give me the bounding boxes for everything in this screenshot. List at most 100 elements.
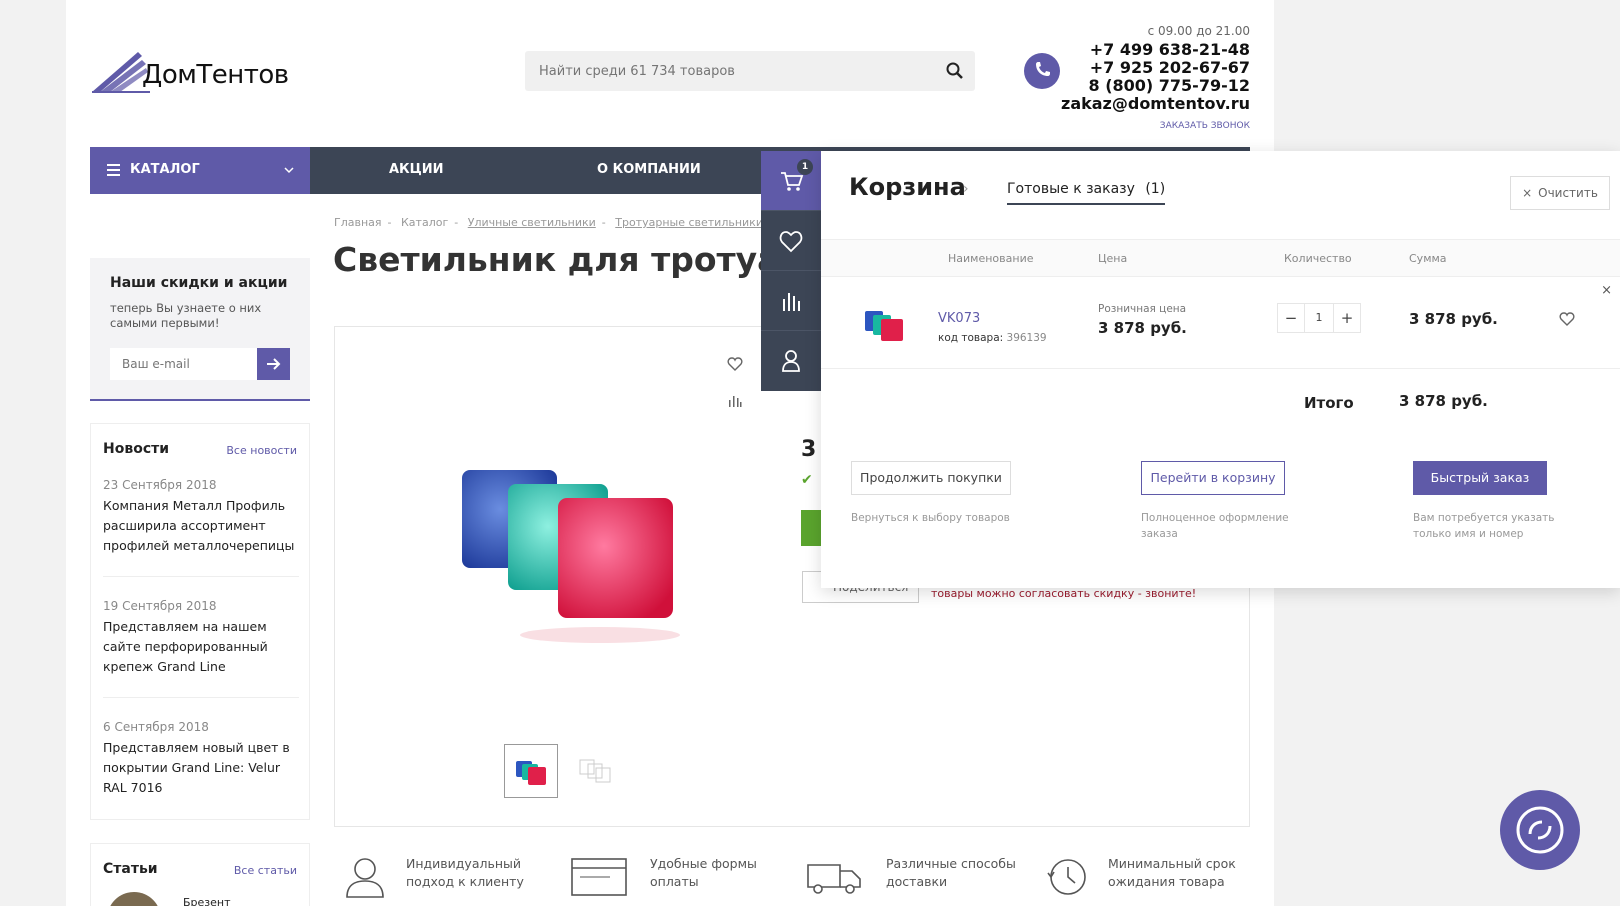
compare-icon[interactable]: [727, 392, 743, 408]
truck-icon: [802, 855, 861, 899]
cart-item-code: код товара: 396139: [938, 332, 1047, 344]
news-text[interactable]: Представляем новый цвет в покрытии Grand…: [103, 738, 299, 798]
menu-icon: [107, 164, 120, 176]
quick-order-hint: Вам потребуется указать только имя и ном…: [1413, 512, 1555, 540]
cart-table-header: Наименование Цена Количество Сумма: [821, 239, 1620, 277]
column-header-price: Цена: [1098, 252, 1128, 265]
breadcrumb-item[interactable]: Каталог: [401, 216, 448, 229]
breadcrumb-item[interactable]: Тротуарные светильники: [615, 216, 763, 229]
total-value: 3 878 руб.: [1399, 392, 1488, 410]
search-button[interactable]: [945, 61, 965, 81]
breadcrumb-separator: -: [454, 216, 459, 229]
logo-icon: [92, 52, 150, 93]
news-date: 19 Сентября 2018: [103, 599, 217, 613]
phone-button[interactable]: [1024, 53, 1060, 89]
decrease-button[interactable]: −: [1278, 304, 1304, 332]
subscribe-button[interactable]: [257, 348, 290, 380]
continue-shopping-button[interactable]: Продолжить покупки: [851, 461, 1011, 495]
gallery-thumbnail[interactable]: [504, 744, 558, 798]
breadcrumb-item[interactable]: Главная: [334, 216, 382, 229]
promo-title: Наши скидки и акции: [110, 275, 288, 291]
news-date: 23 Сентября 2018: [103, 478, 217, 492]
code-value: 396139: [1006, 332, 1047, 344]
gallery-thumbnail[interactable]: [568, 744, 622, 798]
cart-button[interactable]: 1: [761, 151, 821, 211]
clock-icon: [1044, 855, 1092, 899]
articles-title: Статьи: [103, 861, 158, 877]
buy-button[interactable]: [801, 510, 821, 546]
page-title: Светильник для тротуар: [333, 240, 763, 279]
go-to-cart-button[interactable]: Перейти в корзину: [1141, 461, 1285, 495]
breadcrumb-separator: -: [387, 216, 392, 229]
news-item[interactable]: 23 Сентября 2018 Компания Металл Профиль…: [103, 478, 299, 556]
nav-item-promo[interactable]: АКЦИИ: [389, 162, 444, 177]
discount-note: товары можно согласовать скидку - звонит…: [931, 587, 1197, 600]
column-header-sum: Сумма: [1409, 252, 1447, 265]
news-text[interactable]: Компания Металл Профиль расширила ассорт…: [103, 496, 299, 556]
nav-item-about[interactable]: О КОМПАНИИ: [597, 162, 701, 177]
phone-number-3[interactable]: 8 (800) 775-79-12: [1061, 77, 1250, 95]
total-label: Итого: [1304, 394, 1354, 412]
article-thumbnail[interactable]: [107, 892, 161, 906]
feature-text: Минимальный срок ожидания товара: [1108, 856, 1236, 889]
news-text[interactable]: Представляем на нашем сайте перфорирован…: [103, 617, 299, 677]
news-item[interactable]: 19 Сентября 2018 Представляем на нашем с…: [103, 599, 299, 677]
favorites-button[interactable]: [761, 211, 821, 271]
cart-item-price: 3 878 руб.: [1098, 319, 1187, 337]
news-title: Новости: [103, 441, 170, 457]
quick-order-button[interactable]: Быстрый заказ: [1413, 461, 1547, 495]
cart-item-sum: 3 878 руб.: [1409, 310, 1498, 328]
product-image[interactable]: [420, 440, 690, 660]
news-date: 6 Сентября 2018: [103, 720, 209, 734]
logo-text: ДомТентов: [142, 60, 289, 90]
arrow-right-icon: [267, 358, 281, 370]
remove-item-icon[interactable]: ×: [1601, 283, 1612, 298]
news-item[interactable]: 6 Сентября 2018 Представляем новый цвет …: [103, 720, 299, 798]
breadcrumb-item[interactable]: Уличные светильники: [468, 216, 596, 229]
article-title[interactable]: Брезент: [183, 896, 231, 906]
cart-popup: Корзина › Готовые к заказу (1) × Очистить…: [821, 151, 1620, 588]
price-label: Розничная цена: [1098, 303, 1187, 315]
promo-subtitle: теперь Вы узнаете о них самыми первыми!: [110, 301, 262, 330]
chat-button[interactable]: [1500, 790, 1580, 870]
side-toolbar: 1: [761, 151, 821, 391]
news-box: Новости Все новости 23 Сентября 2018 Ком…: [90, 423, 310, 820]
callback-link[interactable]: ЗАКАЗАТЬ ЗВОНОК: [1160, 121, 1250, 131]
nav-catalog-button[interactable]: КАТАЛОГ: [90, 147, 310, 194]
phone-number-1[interactable]: +7 499 638-21-48: [1061, 41, 1250, 59]
go-to-cart-hint: Полноценное оформление заказа: [1141, 512, 1289, 540]
contacts-block: +7 499 638-21-48 +7 925 202-67-67 8 (800…: [1061, 41, 1250, 113]
tab-label: Готовые к заказу: [1007, 181, 1135, 197]
product-price: 3: [801, 437, 817, 462]
increase-button[interactable]: +: [1334, 304, 1360, 332]
email-link[interactable]: zakaz@domtentov.ru: [1061, 95, 1250, 113]
profile-button[interactable]: [761, 331, 821, 391]
favorite-icon[interactable]: [727, 356, 743, 372]
cart-title[interactable]: Корзина: [849, 173, 966, 201]
site-logo[interactable]: ДомТентов: [90, 44, 310, 100]
close-icon: ×: [1522, 186, 1533, 200]
clear-label: Очистить: [1538, 186, 1598, 200]
favorite-icon[interactable]: [1559, 311, 1575, 327]
all-news-link[interactable]: Все новости: [226, 444, 297, 457]
clear-cart-button[interactable]: × Очистить: [1510, 176, 1610, 210]
feature-text: Индивидуальный подход к клиенту: [406, 856, 524, 889]
all-articles-link[interactable]: Все статьи: [234, 864, 297, 877]
continue-hint: Вернуться к выбору товаров: [851, 512, 1010, 524]
cart-item-row: VK073 код товара: 396139 Розничная цена …: [821, 277, 1620, 369]
search-input[interactable]: [525, 51, 935, 91]
search-box: [525, 51, 975, 91]
quantity-input[interactable]: 1: [1304, 304, 1334, 332]
cart-item-name[interactable]: VK073: [938, 311, 980, 326]
chevron-down-icon: [284, 167, 294, 174]
chevron-right-icon: ›: [963, 181, 969, 197]
compare-button[interactable]: [761, 271, 821, 331]
tab-ready-to-order[interactable]: Готовые к заказу (1): [1007, 181, 1166, 205]
person-icon: [343, 855, 391, 899]
cart-item-image[interactable]: [861, 303, 909, 345]
email-field[interactable]: [110, 348, 257, 380]
phone-number-2[interactable]: +7 925 202-67-67: [1061, 59, 1250, 77]
bar-chart-icon: [783, 293, 800, 311]
breadcrumb-separator: -: [601, 216, 606, 229]
code-label: код товара:: [938, 332, 1004, 344]
